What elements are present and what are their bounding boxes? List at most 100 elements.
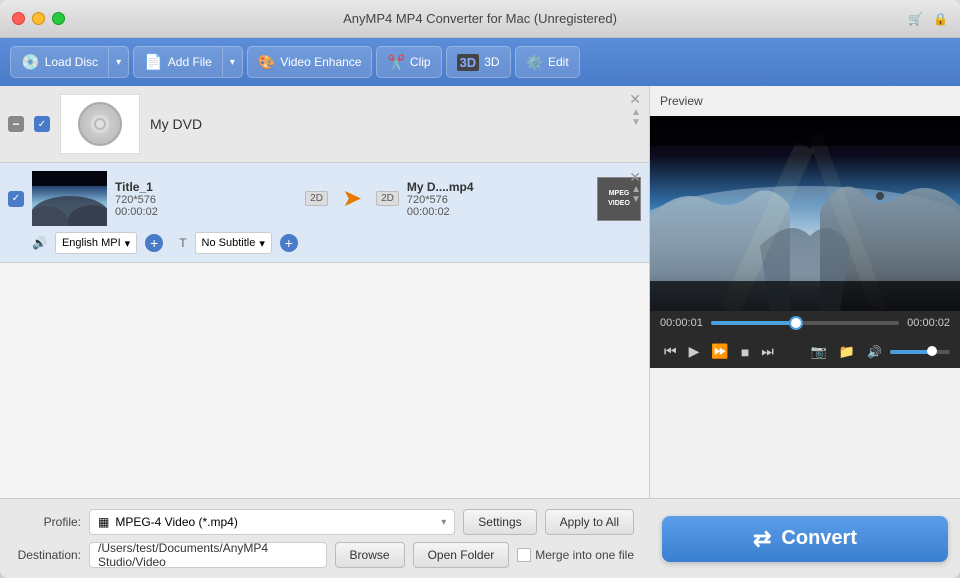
- disc-icon: 💿: [21, 53, 40, 71]
- 3d-icon: 3D: [457, 54, 480, 71]
- video-scroll-down-icon[interactable]: ▼: [631, 195, 641, 205]
- 3d-label: 3D: [484, 55, 499, 69]
- destination-input[interactable]: /Users/test/Documents/AnyMP4 Studio/Vide…: [89, 542, 327, 568]
- preview-timeline: 00:00:01 00:00:02: [650, 311, 960, 335]
- volume-icon: 🔊: [863, 343, 886, 361]
- disc-visual: [78, 102, 122, 146]
- fast-forward-button[interactable]: ⏩: [707, 341, 732, 362]
- clip-button[interactable]: ✂️ Clip: [376, 46, 441, 78]
- skip-start-button[interactable]: ⏮: [660, 341, 681, 362]
- add-file-dropdown[interactable]: ▾: [222, 47, 242, 77]
- subtitle-icon: T: [179, 236, 186, 250]
- titlebar-actions: 🛒 🔒: [908, 12, 948, 26]
- profile-arrow-icon: ▾: [441, 517, 446, 528]
- person-icon[interactable]: 🔒: [933, 12, 948, 26]
- profile-label: Profile:: [16, 515, 81, 529]
- video-enhance-button[interactable]: 🎨 Video Enhance: [247, 46, 373, 78]
- load-disc-button[interactable]: 💿 Load Disc: [11, 47, 108, 77]
- maximize-button[interactable]: [52, 12, 65, 25]
- settings-button[interactable]: Settings: [463, 509, 536, 535]
- apply-to-all-button[interactable]: Apply to All: [545, 509, 634, 535]
- open-folder-button[interactable]: Open Folder: [413, 542, 510, 568]
- merge-label: Merge into one file: [535, 548, 634, 562]
- folder-button[interactable]: 📁: [835, 342, 859, 362]
- edit-label: Edit: [548, 55, 569, 69]
- cart-icon[interactable]: 🛒: [908, 12, 923, 26]
- add-subtitle-button[interactable]: +: [280, 234, 298, 252]
- subtitle-dropdown-icon: ▾: [259, 237, 265, 250]
- audio-select[interactable]: English MPI ▾: [55, 232, 137, 254]
- dvd-label: My DVD: [150, 116, 202, 132]
- output-info: My D....mp4 720*576 00:00:02: [407, 180, 589, 218]
- video-item: ✓: [0, 163, 649, 263]
- video-scroll-arrows: ▲ ▼: [631, 185, 641, 205]
- destination-path: /Users/test/Documents/AnyMP4 Studio/Vide…: [98, 541, 318, 569]
- edit-button[interactable]: ⚙️ Edit: [515, 46, 580, 78]
- output-duration: 00:00:02: [407, 206, 589, 218]
- edit-icon: ⚙️: [526, 54, 543, 71]
- merge-checkbox-group[interactable]: Merge into one file: [517, 548, 634, 562]
- preview-header: Preview: [650, 86, 960, 116]
- left-panel: − ✓ My DVD ✕ ▲ ▼ ✓: [0, 86, 650, 498]
- add-file-icon: 📄: [144, 53, 163, 71]
- video-title: Title_1: [115, 180, 297, 194]
- add-file-label: Add File: [168, 55, 212, 69]
- subtitle-label: No Subtitle: [202, 237, 256, 249]
- thumb-image: [32, 171, 107, 226]
- convert-section: ⇄ Convert: [650, 498, 960, 578]
- timeline-thumb[interactable]: [789, 316, 803, 330]
- video-resolution: 720*576: [115, 194, 297, 206]
- dvd-collapse-btn[interactable]: −: [8, 116, 24, 132]
- enhance-icon: 🎨: [258, 54, 275, 71]
- browse-button[interactable]: Browse: [335, 542, 405, 568]
- add-file-button[interactable]: 📄 Add File: [134, 47, 222, 77]
- close-button[interactable]: [12, 12, 25, 25]
- open-folder-label: Open Folder: [428, 548, 495, 562]
- video-info: Title_1 720*576 00:00:02: [115, 180, 297, 218]
- preview-scene: [650, 116, 960, 311]
- bottom-left: Profile: ▦ MPEG-4 Video (*.mp4) ▾ Settin…: [0, 498, 650, 578]
- skip-end-button[interactable]: ⏭: [757, 341, 778, 362]
- subtitle-select[interactable]: No Subtitle ▾: [195, 232, 272, 254]
- scroll-down-icon[interactable]: ▼: [631, 118, 641, 128]
- output-2d-badge: 2D: [376, 191, 399, 206]
- dvd-icon: [60, 94, 140, 154]
- dropdown-arrow-icon: ▾: [116, 57, 121, 68]
- preview-video: [650, 116, 960, 311]
- play-button[interactable]: ▶: [685, 341, 704, 362]
- video-item-row1: ✓: [8, 171, 641, 226]
- settings-label: Settings: [478, 515, 521, 529]
- output-name: My D....mp4: [407, 180, 589, 194]
- convert-arrow-icon: ➤: [342, 184, 362, 213]
- video-thumbnail: [32, 171, 107, 226]
- load-disc-dropdown[interactable]: ▾: [108, 47, 128, 77]
- dvd-checkbox[interactable]: ✓: [34, 116, 50, 132]
- current-time: 00:00:01: [660, 317, 703, 329]
- timeline-bar[interactable]: [711, 321, 899, 325]
- apply-to-all-label: Apply to All: [560, 515, 619, 529]
- timeline-progress: [711, 321, 796, 325]
- volume-thumb[interactable]: [927, 346, 937, 356]
- audio-label: English MPI: [62, 237, 121, 249]
- main-content: − ✓ My DVD ✕ ▲ ▼ ✓: [0, 86, 960, 498]
- profile-row: Profile: ▦ MPEG-4 Video (*.mp4) ▾ Settin…: [16, 509, 634, 535]
- load-disc-btn-group: 💿 Load Disc ▾: [10, 46, 129, 78]
- volume-bar[interactable]: [890, 350, 950, 354]
- stop-button[interactable]: ■: [737, 342, 753, 362]
- output-resolution: 720*576: [407, 194, 589, 206]
- video-checkbox[interactable]: ✓: [8, 191, 24, 207]
- dvd-close-btn[interactable]: ✕: [629, 92, 641, 106]
- clip-label: Clip: [410, 55, 431, 69]
- 3d-button[interactable]: 3D 3D: [446, 46, 511, 78]
- minimize-button[interactable]: [32, 12, 45, 25]
- titlebar: AnyMP4 MP4 Converter for Mac (Unregister…: [0, 0, 960, 38]
- preview-controls: ⏮ ▶ ⏩ ■ ⏭ 📷 📁 🔊: [650, 335, 960, 368]
- convert-button[interactable]: ⇄ Convert: [662, 516, 948, 562]
- destination-row: Destination: /Users/test/Documents/AnyMP…: [16, 542, 634, 568]
- screenshot-button[interactable]: 📷: [807, 342, 831, 362]
- merge-checkbox-box[interactable]: [517, 548, 531, 562]
- profile-select[interactable]: ▦ MPEG-4 Video (*.mp4) ▾: [89, 509, 455, 535]
- add-audio-button[interactable]: +: [145, 234, 163, 252]
- preview-spacer: [650, 368, 960, 498]
- browse-label: Browse: [350, 548, 390, 562]
